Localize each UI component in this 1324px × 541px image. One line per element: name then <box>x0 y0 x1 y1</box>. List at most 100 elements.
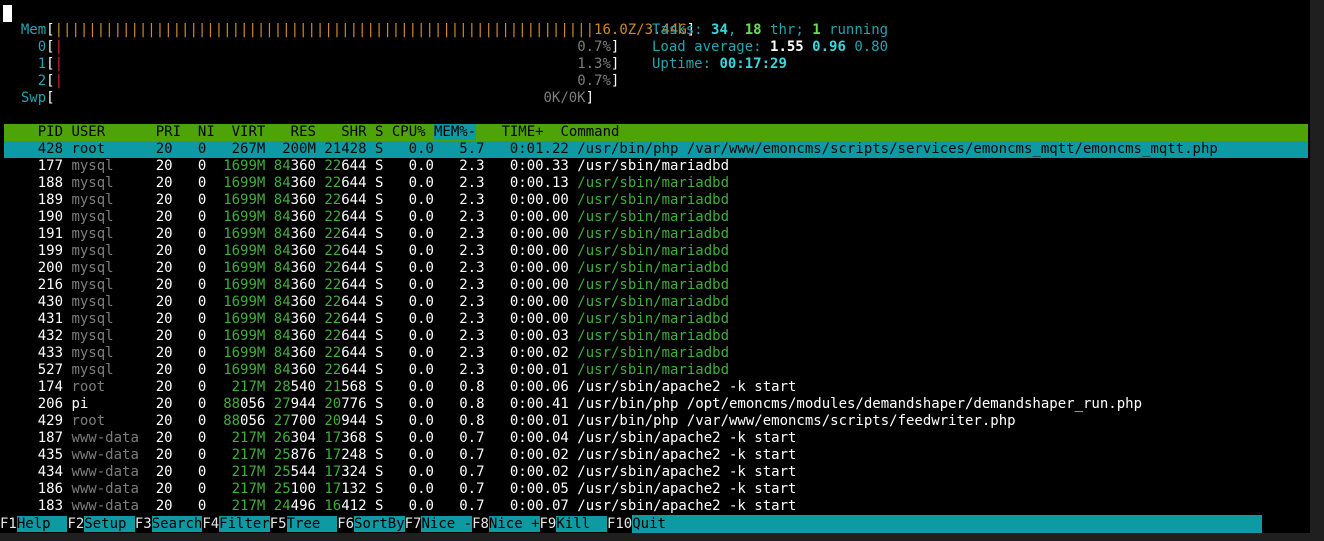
cell-s: S <box>366 175 384 191</box>
col-time-label[interactable]: TIME+ <box>501 124 543 140</box>
col-shr-label[interactable]: SHR <box>341 124 366 140</box>
table-row[interactable]: 430 mysql 20 0 1699M 84360 22644 S 0.0 2… <box>4 294 729 311</box>
table-row[interactable]: 200 mysql 20 0 1699M 84360 22644 S 0.0 2… <box>4 260 729 277</box>
cell-user: www-data <box>71 498 148 514</box>
col-ni-label[interactable]: NI <box>198 124 215 140</box>
table-row[interactable]: 188 mysql 20 0 1699M 84360 22644 S 0.0 2… <box>4 175 729 192</box>
table-row[interactable]: 432 mysql 20 0 1699M 84360 22644 S 0.0 2… <box>4 328 729 345</box>
fkey-f4[interactable]: F4 <box>202 516 220 532</box>
cell-s: S <box>366 260 384 276</box>
fkey-f7-label[interactable]: Nice - <box>421 516 473 532</box>
table-row[interactable]: 527 mysql 20 0 1699M 84360 22644 S 0.0 2… <box>4 362 729 379</box>
cell-pid: 188 <box>4 175 64 191</box>
table-row[interactable]: 177 mysql 20 0 1699M 84360 22644 S 0.0 2… <box>4 158 729 175</box>
cell-pri: 20 <box>147 277 173 293</box>
fkey-f6[interactable]: F6 <box>337 516 355 532</box>
cell-s: S <box>366 481 384 497</box>
table-row[interactable]: 429 root 20 0 88056 27700 20944 S 0.0 0.… <box>4 413 1016 430</box>
cell-s: S <box>366 192 384 208</box>
cell-res: 84360 <box>273 328 316 344</box>
cell-ni: 0 <box>172 481 207 497</box>
table-row[interactable]: 191 mysql 20 0 1699M 84360 22644 S 0.0 2… <box>4 226 729 243</box>
cell-user: www-data <box>71 464 148 480</box>
fkey-f10-label[interactable]: Quit <box>632 515 1263 533</box>
cell-cpu: 0.0 <box>383 447 434 463</box>
table-row[interactable]: 190 mysql 20 0 1699M 84360 22644 S 0.0 2… <box>4 209 729 226</box>
cell-mem: 2.3 <box>433 277 485 293</box>
cell-cpu: 0.0 <box>383 311 434 327</box>
cell-res: 27700 <box>273 413 316 429</box>
fkey-f3[interactable]: F3 <box>134 516 152 532</box>
cell-virt: 267M <box>206 141 266 157</box>
cell-ni: 0 <box>172 413 207 429</box>
table-row[interactable]: 199 mysql 20 0 1699M 84360 22644 S 0.0 2… <box>4 243 729 260</box>
cell-cmd: /usr/sbin/mariadbd <box>577 192 729 208</box>
cell-res: 84360 <box>273 277 316 293</box>
fkey-f8-label[interactable]: Nice + <box>488 516 540 532</box>
cpu1-meter: 1[| 1.3%] <box>37 56 620 72</box>
table-row[interactable]: 206 pi 20 0 88056 27944 20776 S 0.0 0.8 … <box>4 396 1142 413</box>
table-row[interactable]: 187 www-data 20 0 217M 26304 17368 S 0.0… <box>4 430 797 447</box>
cell-ni: 0 <box>172 362 207 378</box>
fkey-f7[interactable]: F7 <box>404 516 422 532</box>
col-res-label[interactable]: RES <box>291 124 316 140</box>
swp-label: Swp <box>20 90 47 106</box>
fkey-f2-label[interactable]: Setup <box>84 516 135 532</box>
table-row[interactable]: 431 mysql 20 0 1699M 84360 22644 S 0.0 2… <box>4 311 729 328</box>
fkey-f9-label[interactable]: Kill <box>556 516 607 532</box>
col-user-label[interactable]: USER <box>71 124 105 140</box>
col-mem-label[interactable]: MEM%- <box>434 124 477 140</box>
cell-shr: 22644 <box>324 158 367 174</box>
cell-cmd: /usr/sbin/apache2 -k start <box>577 498 797 514</box>
col-command-label[interactable]: Command <box>560 124 619 140</box>
cell-pri: 20 <box>147 328 173 344</box>
htop-terminal[interactable]: Mem[||||||||||||||||||||||||||||||||||||… <box>0 0 1310 533</box>
col-cpu-label[interactable]: CPU% <box>392 124 426 140</box>
cell-pid: 190 <box>4 209 64 225</box>
function-key-bar[interactable]: F1Help F2Setup F3SearchF4FilterF5Tree F6… <box>0 515 1310 533</box>
cell-virt: 1699M <box>223 328 266 344</box>
table-row[interactable]: 433 mysql 20 0 1699M 84360 22644 S 0.0 2… <box>4 345 729 362</box>
fkey-f3-label[interactable]: Search <box>151 516 203 532</box>
table-row[interactable]: 435 www-data 20 0 217M 25876 17248 S 0.0… <box>4 447 797 464</box>
fkey-f2[interactable]: F2 <box>67 516 85 532</box>
table-row[interactable]: 428 root 20 0 267M 200M 21428 S 0.0 5.7 … <box>4 141 1218 158</box>
cell-cpu: 0.0 <box>383 260 434 276</box>
cpu0-label: 0 <box>37 39 47 55</box>
cell-s: S <box>366 430 384 446</box>
cell-shr: 22644 <box>324 243 367 259</box>
cell-pid: 199 <box>4 243 64 259</box>
col-virt-label[interactable]: VIRT <box>232 124 266 140</box>
fkey-f10[interactable]: F10 <box>606 516 633 532</box>
cell-virt: 88056 <box>223 396 266 412</box>
cell-res: 24496 <box>273 498 316 514</box>
table-row[interactable]: 174 root 20 0 217M 28540 21568 S 0.0 0.8… <box>4 379 797 396</box>
fkey-f4-label[interactable]: Filter <box>219 516 270 532</box>
table-row[interactable]: 434 www-data 20 0 217M 25544 17324 S 0.0… <box>4 464 797 481</box>
table-row[interactable]: 216 mysql 20 0 1699M 84360 22644 S 0.0 2… <box>4 277 729 294</box>
col-pri-label[interactable]: PRI <box>156 124 181 140</box>
cell-pid: 433 <box>4 345 64 361</box>
table-row[interactable]: 183 www-data 20 0 217M 24496 16412 S 0.0… <box>4 498 797 515</box>
col-pid-label[interactable]: PID <box>38 124 63 140</box>
fkey-f1[interactable]: F1 <box>0 516 17 532</box>
table-row[interactable]: 186 www-data 20 0 217M 25100 17132 S 0.0… <box>4 481 797 498</box>
fkey-f6-label[interactable]: SortBy <box>354 516 405 532</box>
cell-res: 84360 <box>273 345 316 361</box>
cell-cmd: /usr/sbin/mariadbd <box>577 311 729 327</box>
table-row[interactable]: 189 mysql 20 0 1699M 84360 22644 S 0.0 2… <box>4 192 729 209</box>
fkey-f9[interactable]: F9 <box>539 516 557 532</box>
cell-cmd: /usr/sbin/apache2 -k start <box>577 481 797 497</box>
process-table-header[interactable]: PID USER PRI NI VIRT RES SHR S CPU% MEM%… <box>4 124 1308 141</box>
fkey-f5[interactable]: F5 <box>269 516 287 532</box>
cell-cmd: /usr/sbin/apache2 -k start <box>577 379 797 395</box>
fkey-f8[interactable]: F8 <box>472 516 489 532</box>
cell-user: root <box>71 379 148 395</box>
cell-s: S <box>366 294 384 310</box>
cell-res: 84360 <box>273 260 316 276</box>
fkey-f1-label[interactable]: Help <box>16 516 68 532</box>
fkey-f5-label[interactable]: Tree <box>286 516 338 532</box>
cell-ni: 0 <box>172 447 207 463</box>
cell-virt: 1699M <box>223 362 266 378</box>
cell-s: S <box>366 413 384 429</box>
